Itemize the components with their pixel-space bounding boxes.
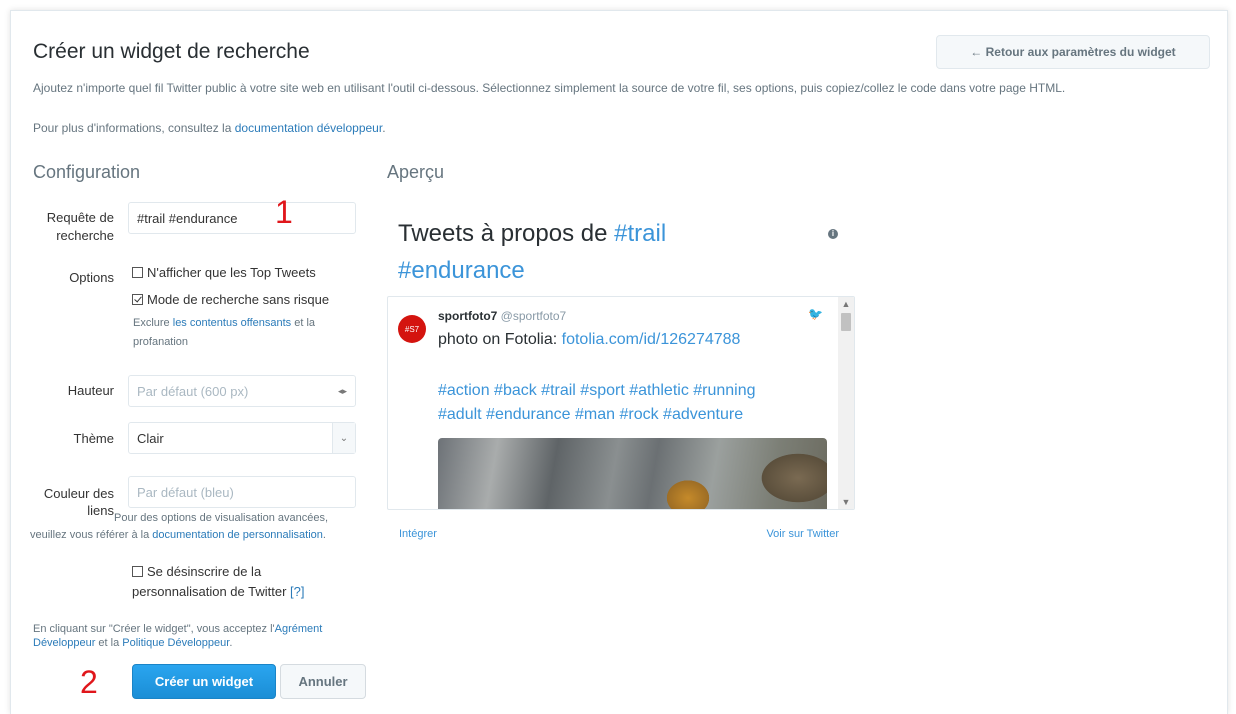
safe-search-help: Exclure les contentus offensants et la p… xyxy=(133,314,353,352)
customization-docs-link[interactable]: documentation de personnalisation xyxy=(152,529,323,541)
back-to-widget-settings-button[interactable]: ← Retour aux paramètres du widget xyxy=(936,35,1210,69)
terms-text: En cliquant sur "Créer le widget", vous … xyxy=(33,622,363,650)
tweet-fotolia-link[interactable]: fotolia.com/id/126274788 xyxy=(562,331,741,348)
options-label: Options xyxy=(69,270,114,285)
tweet-text-prefix: photo on Fotolia: xyxy=(438,331,562,348)
tweet-text: photo on Fotolia: fotolia.com/id/1262747… xyxy=(438,331,740,349)
tweet-author-handle: @sportfoto7 xyxy=(500,309,567,323)
tweet-hashtags-line2[interactable]: #adult #endurance #man #rock #adventure xyxy=(438,403,756,427)
opt-out-label: Se désinscrire de la personnalisation de… xyxy=(132,564,287,599)
top-tweets-option[interactable]: N'afficher que les Top Tweets xyxy=(132,265,316,280)
opt-out-checkbox[interactable] xyxy=(132,566,143,577)
opt-out-option[interactable]: Se désinscrire de la personnalisation de… xyxy=(132,562,352,602)
top-tweets-checkbox[interactable] xyxy=(132,267,143,278)
developer-docs-link[interactable]: documentation développeur xyxy=(235,121,382,135)
terms-mid: et la xyxy=(95,637,123,649)
tweet-photo[interactable] xyxy=(438,438,827,509)
tweet-author-name: sportfoto7 xyxy=(438,309,498,323)
safe-search-option[interactable]: Mode de recherche sans risque xyxy=(132,292,329,307)
scroll-down-icon[interactable]: ▼ xyxy=(838,495,854,509)
height-input[interactable]: Par défaut (600 px) ◂▸ xyxy=(128,375,356,407)
theme-label: Thème xyxy=(73,431,114,446)
view-on-twitter-link[interactable]: Voir sur Twitter xyxy=(766,528,839,540)
configuration-title: Configuration xyxy=(33,162,141,182)
scrollbar-thumb[interactable] xyxy=(841,313,851,331)
embed-link[interactable]: Intégrer xyxy=(399,528,437,540)
avatar[interactable]: #S7 xyxy=(398,315,426,343)
annotation-1: 1 xyxy=(275,194,293,230)
safe-help-prefix: Exclure xyxy=(133,317,173,329)
widget-title-prefix: Tweets à propos de xyxy=(398,220,615,247)
preview-title: Aperçu xyxy=(387,162,445,182)
tweet-timeline[interactable]: #S7 sportfoto7 @sportfoto7 🐦 photo on Fo… xyxy=(387,296,855,510)
widget-title-hashtag-endurance[interactable]: #endurance xyxy=(398,257,525,284)
intro-more-prefix: Pour plus d'informations, consultez la xyxy=(33,121,235,135)
tweet-hashtags-line1[interactable]: #action #back #trail #sport #athletic #r… xyxy=(438,379,756,403)
opt-out-help-link[interactable]: [?] xyxy=(290,584,304,599)
safe-search-label: Mode de recherche sans risque xyxy=(147,292,330,307)
create-widget-button[interactable]: Créer un widget xyxy=(132,664,276,699)
safe-search-checkbox[interactable] xyxy=(132,294,143,305)
advanced-suffix: . xyxy=(322,529,326,541)
cancel-button[interactable]: Annuler xyxy=(280,664,366,699)
height-label: Hauteur xyxy=(67,383,114,398)
view-on-twitter-wrap: Voir sur Twitter xyxy=(739,528,839,540)
intro-more-suffix: . xyxy=(382,121,386,135)
terms-suffix: . xyxy=(229,637,233,649)
timeline-scrollbar[interactable]: ▲ ▼ xyxy=(838,297,854,509)
query-label: Requête de recherche xyxy=(46,210,114,243)
advanced-options-help: Pour des options de visualisation avancé… xyxy=(30,510,364,544)
embed-link-wrap: Intégrer xyxy=(399,528,437,540)
annotation-2: 2 xyxy=(80,664,98,700)
top-tweets-label: N'afficher que les Top Tweets xyxy=(147,265,316,280)
info-icon[interactable]: i xyxy=(828,229,838,239)
theme-select[interactable]: Clair ⌄ xyxy=(128,422,356,454)
developer-policy-link[interactable]: Politique Développeur xyxy=(122,637,229,649)
tweet-hashtags: #action #back #trail #sport #athletic #r… xyxy=(438,379,756,427)
link-color-input[interactable]: Par défaut (bleu) xyxy=(128,476,356,508)
terms-prefix: En cliquant sur "Créer le widget", vous … xyxy=(33,623,275,635)
intro-text: Ajoutez n'importe quel fil Twitter publi… xyxy=(33,81,1066,95)
height-placeholder: Par défaut (600 px) xyxy=(137,383,249,399)
widget-title-hashtag-trail[interactable]: #trail xyxy=(614,220,666,247)
widget-title: Tweets à propos de #trail #endurance xyxy=(398,215,818,289)
link-color-placeholder: Par défaut (bleu) xyxy=(137,484,234,500)
theme-value: Clair xyxy=(137,430,164,446)
scroll-up-icon[interactable]: ▲ xyxy=(838,297,854,311)
tweet-author[interactable]: sportfoto7 @sportfoto7 xyxy=(438,309,566,323)
page-title: Créer un widget de recherche xyxy=(33,40,310,63)
query-input[interactable]: #trail #endurance xyxy=(128,202,356,234)
intro-more-info: Pour plus d'informations, consultez la d… xyxy=(33,121,386,135)
spinner-icon[interactable]: ◂▸ xyxy=(338,386,347,397)
offensive-content-link[interactable]: les contentus offensants xyxy=(173,317,291,329)
twitter-bird-icon[interactable]: 🐦 xyxy=(808,307,824,321)
chevron-down-icon[interactable]: ⌄ xyxy=(332,423,355,453)
